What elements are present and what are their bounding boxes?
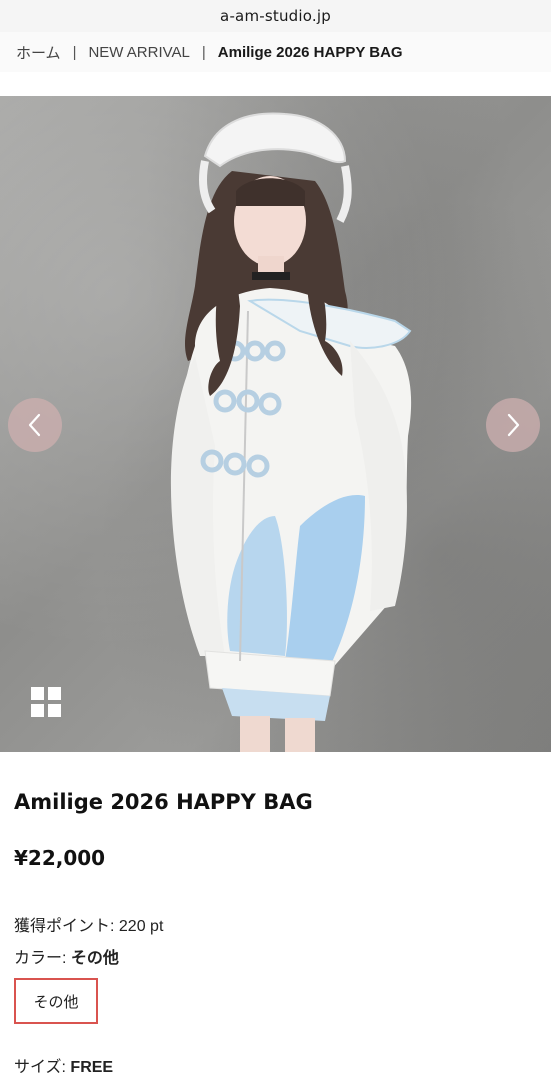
- browser-url-bar[interactable]: a-am-studio.jp: [0, 0, 551, 32]
- color-label: カラー:: [14, 950, 67, 967]
- size-label: サイズ:: [14, 1059, 66, 1076]
- points-label: 獲得ポイント:: [14, 918, 115, 935]
- color-option-other[interactable]: その他: [14, 978, 98, 1024]
- breadcrumb: ホーム | NEW ARRIVAL | Amilige 2026 HAPPY B…: [0, 32, 551, 72]
- product-title: Amilige 2026 HAPPY BAG: [14, 790, 313, 814]
- product-price: ¥22,000: [14, 846, 106, 870]
- gallery-next-button[interactable]: [486, 398, 540, 452]
- color-value: その他: [70, 950, 119, 967]
- chevron-right-icon: [507, 413, 520, 437]
- breadcrumb-home-link[interactable]: ホーム: [16, 42, 61, 63]
- gallery-prev-button[interactable]: [8, 398, 62, 452]
- size-row: サイズ: FREE: [14, 1053, 113, 1077]
- color-row: カラー: その他: [14, 944, 119, 968]
- breadcrumb-separator: |: [72, 43, 77, 61]
- thumbnail-grid-button[interactable]: [31, 687, 61, 717]
- product-image-gallery[interactable]: [0, 96, 551, 752]
- points-value: 220 pt: [118, 918, 164, 935]
- size-value: FREE: [70, 1059, 114, 1076]
- points-row: 獲得ポイント: 220 pt: [14, 912, 163, 936]
- url-text: a-am-studio.jp: [220, 7, 331, 25]
- color-option-label: その他: [33, 993, 79, 1011]
- breadcrumb-separator: |: [201, 43, 206, 61]
- breadcrumb-new-arrival-link[interactable]: NEW ARRIVAL: [88, 44, 189, 61]
- breadcrumb-current: Amilige 2026 HAPPY BAG: [217, 43, 403, 61]
- product-photo: [170, 112, 412, 752]
- chevron-left-icon: [28, 413, 41, 437]
